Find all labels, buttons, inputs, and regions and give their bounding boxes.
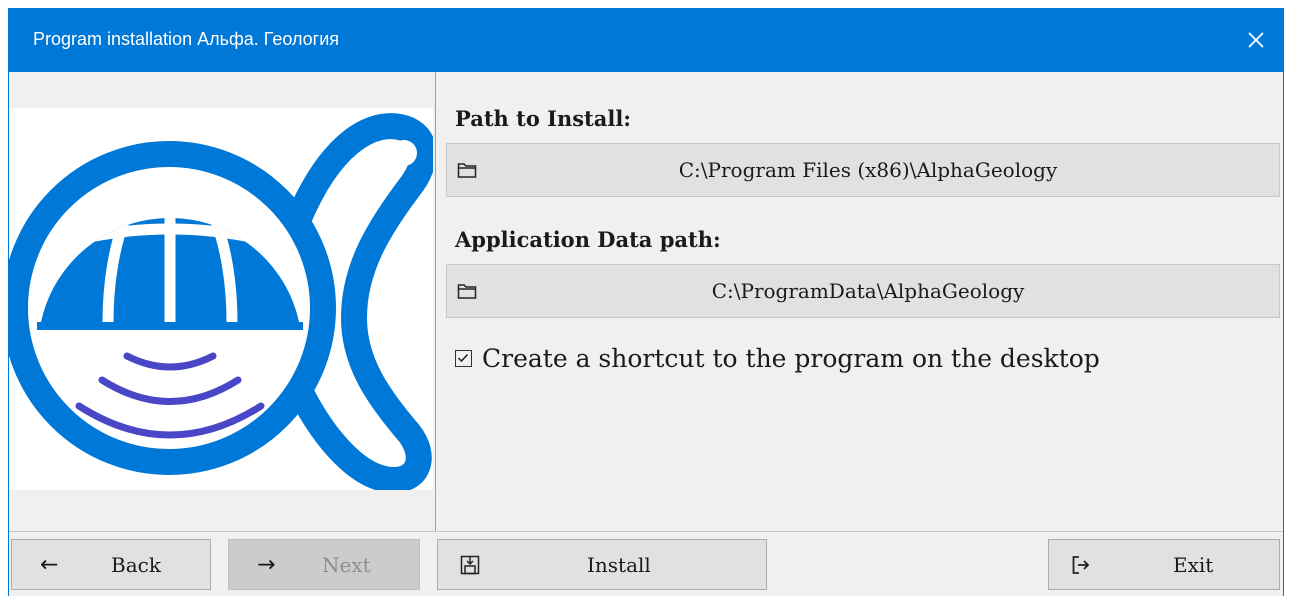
next-button[interactable]: → Next — [228, 539, 420, 590]
app-logo — [2, 113, 437, 493]
folder-icon — [457, 284, 477, 299]
logo-area — [2, 108, 437, 493]
arrow-left-icon: ← — [40, 552, 59, 577]
exit-icon — [1072, 555, 1090, 574]
arrow-right-icon: → — [257, 552, 276, 577]
exit-button[interactable]: Exit — [1048, 539, 1280, 590]
button-separator — [9, 531, 1283, 532]
window-title: Program installation Альфа. Геология — [33, 29, 340, 49]
exit-label: Exit — [1173, 552, 1214, 577]
data-path-value: C:\ProgramData\AlphaGeology — [711, 279, 1025, 303]
logo-panel — [2, 72, 437, 531]
shortcut-checkbox[interactable]: Create a shortcut to the program on the … — [455, 344, 1100, 373]
close-icon — [1248, 32, 1264, 48]
data-path-label: Application Data path: — [455, 227, 721, 252]
title-bar: Program installation Альфа. Геология — [9, 8, 1283, 72]
close-button[interactable] — [1229, 8, 1283, 72]
shortcut-label: Create a shortcut to the program on the … — [482, 344, 1100, 373]
folder-icon — [457, 163, 477, 178]
next-label: Next — [322, 552, 371, 577]
install-path-label: Path to Install: — [455, 106, 632, 131]
back-label: Back — [111, 552, 161, 577]
install-disk-icon — [460, 555, 480, 574]
install-path-field[interactable]: C:\Program Files (x86)\AlphaGeology — [446, 143, 1280, 197]
checkbox-box[interactable] — [455, 350, 472, 367]
install-button[interactable]: Install — [437, 539, 767, 590]
installer-window: Program installation Альфа. Геология Pat… — [2, 8, 1284, 596]
install-path-value: C:\Program Files (x86)\AlphaGeology — [678, 158, 1058, 182]
install-label: Install — [587, 552, 651, 577]
back-button[interactable]: ← Back — [11, 539, 211, 590]
data-path-field[interactable]: C:\ProgramData\AlphaGeology — [446, 264, 1280, 318]
checkmark-icon — [457, 353, 469, 363]
